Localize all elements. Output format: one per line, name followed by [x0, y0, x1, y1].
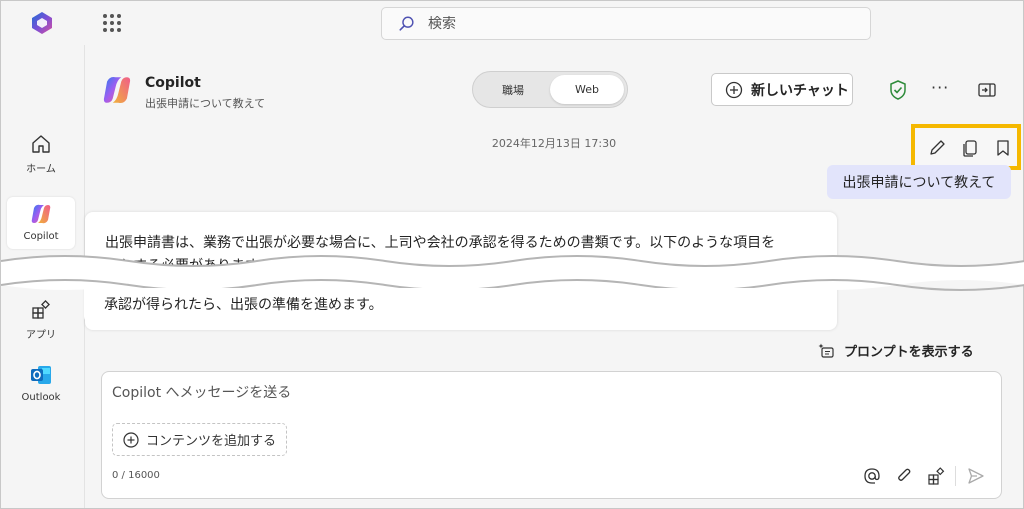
- search-input[interactable]: [428, 15, 828, 32]
- add-content-button[interactable]: コンテンツを追加する: [112, 423, 288, 456]
- answer-card-bottom: 承認が得られたら、出張の準備を進めます。: [84, 288, 836, 324]
- message-composer: コンテンツを追加する 0 / 16000: [101, 371, 1002, 499]
- message-input[interactable]: [112, 382, 912, 406]
- rail-item-home[interactable]: ホーム: [7, 133, 75, 175]
- microsoft-365-logo-icon[interactable]: [30, 11, 54, 35]
- edit-icon[interactable]: [927, 138, 947, 158]
- shield-check-icon[interactable]: [887, 79, 909, 101]
- copy-icon[interactable]: [960, 138, 980, 158]
- show-prompts-button[interactable]: プロンプトを表示する: [818, 341, 974, 360]
- attach-icon[interactable]: [894, 466, 914, 486]
- more-options-icon[interactable]: ···: [931, 78, 949, 97]
- outlook-icon: [31, 366, 51, 384]
- message-timestamp: 2024年12月13日 17:30: [491, 137, 617, 150]
- user-message: 出張申請について教えて: [827, 165, 1011, 199]
- answer-bottom-text: 承認が得られたら、出張の準備を進めます。: [104, 297, 383, 313]
- bookmark-icon[interactable]: [993, 138, 1013, 158]
- search-icon: [399, 16, 414, 31]
- app-launcher-icon[interactable]: [102, 13, 122, 33]
- toggle-web[interactable]: Web: [550, 75, 624, 104]
- search-box[interactable]: [381, 7, 871, 40]
- add-chat-icon: [725, 81, 743, 98]
- rail-item-copilot[interactable]: Copilot: [7, 197, 75, 249]
- page-title: Copilot: [145, 75, 201, 91]
- rail-item-label: Copilot: [23, 231, 59, 242]
- rail-item-label: Outlook: [21, 392, 61, 403]
- chat-header: Copilot 出張申請について教えて 職場 Web 新しいチャット ···: [85, 45, 1023, 125]
- add-icon: [123, 431, 139, 448]
- message-actions-highlight: [911, 124, 1021, 170]
- copilot-icon: [31, 204, 51, 224]
- top-bar: [1, 1, 1023, 45]
- side-panel-icon[interactable]: [977, 80, 997, 100]
- prompt-sparkle-icon: [818, 343, 834, 358]
- home-icon: [32, 135, 50, 153]
- new-chat-label: 新しいチャット: [751, 82, 849, 99]
- answer-line: 出張申請書は、業務で出張が必要な場合に、上司や会社の承認を得るための書類です。以…: [105, 235, 776, 251]
- new-chat-button[interactable]: 新しいチャット: [711, 73, 853, 106]
- mention-icon[interactable]: [862, 466, 882, 486]
- apps-plugin-icon[interactable]: [926, 466, 946, 486]
- rail-item-outlook[interactable]: Outlook: [7, 363, 75, 403]
- show-prompts-label: プロンプトを表示する: [844, 345, 974, 360]
- rail-item-label: アプリ: [26, 330, 56, 341]
- rail-item-label: ホーム: [26, 164, 56, 175]
- character-counter: 0 / 16000: [112, 470, 160, 481]
- send-icon[interactable]: [966, 466, 986, 486]
- app-window: ホーム Copilot: [0, 0, 1024, 509]
- toggle-work[interactable]: 職場: [476, 75, 550, 104]
- copilot-logo-icon: [103, 76, 131, 104]
- work-web-toggle[interactable]: 職場 Web: [472, 71, 628, 108]
- toolbar-divider: [955, 466, 956, 486]
- add-content-label: コンテンツを追加する: [146, 434, 277, 449]
- chat-subtitle: 出張申請について教えて: [145, 97, 266, 110]
